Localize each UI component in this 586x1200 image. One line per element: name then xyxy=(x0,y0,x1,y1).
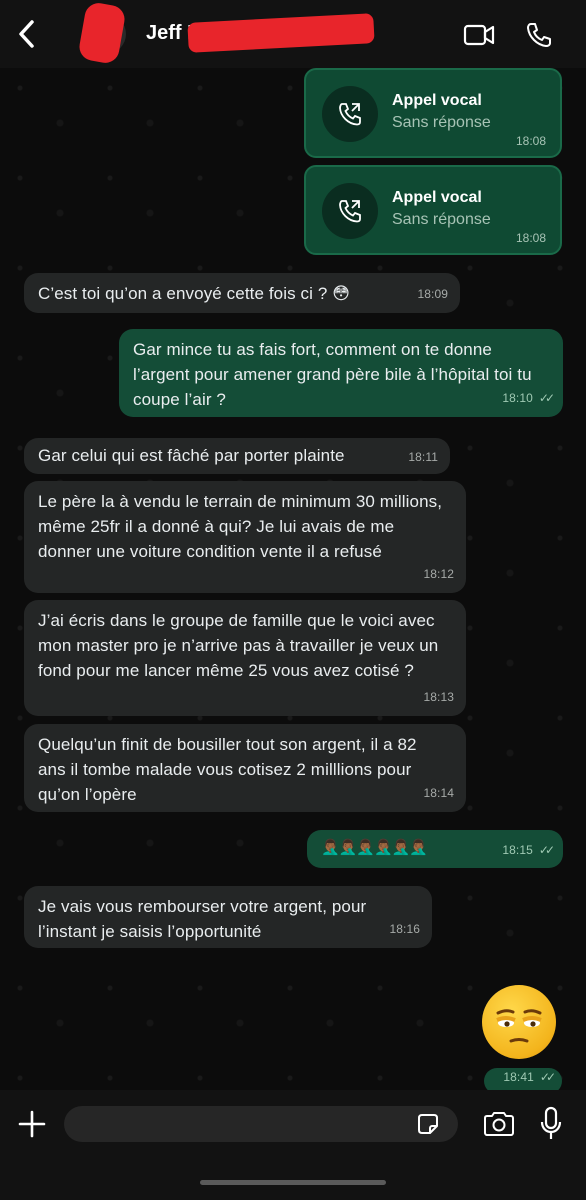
voice-call-button[interactable] xyxy=(522,20,556,50)
message-time: 18:15 ✓✓ xyxy=(502,838,555,863)
incoming-message[interactable]: C’est toi qu’on a envoyé cette fois ci ?… xyxy=(24,273,460,313)
read-ticks-icon: ✓✓ xyxy=(538,843,555,857)
message-text: C’est toi qu’on a envoyé cette fois ci ?… xyxy=(38,284,351,303)
message-time-value: 18:10 xyxy=(502,391,533,405)
message-text: J’ai écris dans le groupe de famille que… xyxy=(38,611,439,680)
read-ticks-icon: ✓✓ xyxy=(538,391,555,405)
message-input[interactable] xyxy=(64,1106,458,1142)
incoming-message[interactable]: Le père la à vendu le terrain de minimum… xyxy=(24,481,466,593)
pensive-face-emoji[interactable]: 😔 xyxy=(482,985,556,1059)
message-time: 18:10 ✓✓ xyxy=(502,386,555,411)
message-time: 18:41 ✓✓ xyxy=(503,1065,556,1090)
call-title: Appel vocal xyxy=(392,189,482,206)
back-button[interactable] xyxy=(12,18,42,50)
message-time: 18:08 xyxy=(515,134,546,148)
video-call-button[interactable] xyxy=(462,20,496,50)
redaction-mark xyxy=(187,13,375,53)
message-text: Quelqu’un finit de bousiller tout son ar… xyxy=(38,735,417,804)
message-time: 18:12 xyxy=(423,567,454,581)
plus-icon xyxy=(18,1110,46,1138)
sticker-button[interactable] xyxy=(414,1110,442,1138)
message-text: Je vais vous rembourser votre argent, po… xyxy=(38,897,367,941)
call-title: Appel vocal xyxy=(392,92,482,109)
home-indicator xyxy=(200,1180,386,1185)
outgoing-message[interactable]: 🤦🏾‍♂️🤦🏾‍♂️🤦🏾‍♂️🤦🏾‍♂️🤦🏾‍♂️🤦🏾‍♂️ 18:15 ✓✓ xyxy=(307,830,563,868)
message-text: Gar mince tu as fais fort, comment on te… xyxy=(133,340,532,409)
attach-button[interactable] xyxy=(14,1106,50,1142)
call-icon-circle xyxy=(322,86,378,142)
missed-call-bubble[interactable]: Appel vocal Sans réponse 18:08 xyxy=(304,68,562,158)
message-time: 18:14 xyxy=(423,786,454,800)
message-text: Gar celui qui est fâché par porter plain… xyxy=(38,446,345,465)
chevron-left-icon xyxy=(19,20,34,48)
sticker-icon xyxy=(418,1114,438,1134)
message-time: 18:16 xyxy=(389,922,420,936)
call-icon-circle xyxy=(322,183,378,239)
message-time: 18:11 xyxy=(408,450,438,464)
message-time-value: 18:41 xyxy=(503,1070,534,1084)
message-time-value: 18:15 xyxy=(502,843,533,857)
pensive-face-icon xyxy=(496,1009,542,1043)
camera-button[interactable] xyxy=(480,1108,518,1140)
phone-icon xyxy=(527,23,551,47)
incoming-message[interactable]: Quelqu’un finit de bousiller tout son ar… xyxy=(24,724,466,812)
camera-icon xyxy=(484,1112,514,1136)
phone-outgoing-icon xyxy=(339,200,361,223)
incoming-message[interactable]: J’ai écris dans le groupe de famille que… xyxy=(24,600,466,716)
outgoing-message[interactable]: Gar mince tu as fais fort, comment on te… xyxy=(119,329,563,417)
missed-call-bubble[interactable]: Appel vocal Sans réponse 18:08 xyxy=(304,165,562,255)
phone-outgoing-icon xyxy=(339,103,361,126)
message-time: 18:08 xyxy=(515,231,546,245)
incoming-message[interactable]: Je vais vous rembourser votre argent, po… xyxy=(24,886,432,948)
video-camera-icon xyxy=(463,24,495,46)
call-status: Sans réponse xyxy=(392,211,491,228)
read-ticks-icon: ✓✓ xyxy=(539,1070,556,1084)
message-text: Le père la à vendu le terrain de minimum… xyxy=(38,492,443,561)
microphone-button[interactable] xyxy=(536,1104,566,1144)
microphone-icon xyxy=(540,1106,562,1139)
incoming-message[interactable]: Gar celui qui est fâché par porter plain… xyxy=(24,438,450,474)
message-time: 18:09 xyxy=(417,287,448,301)
message-time: 18:13 xyxy=(423,690,454,704)
call-status: Sans réponse xyxy=(392,114,491,131)
redaction-mark xyxy=(77,0,127,66)
chat-header: Jeff Mi xyxy=(0,0,586,68)
